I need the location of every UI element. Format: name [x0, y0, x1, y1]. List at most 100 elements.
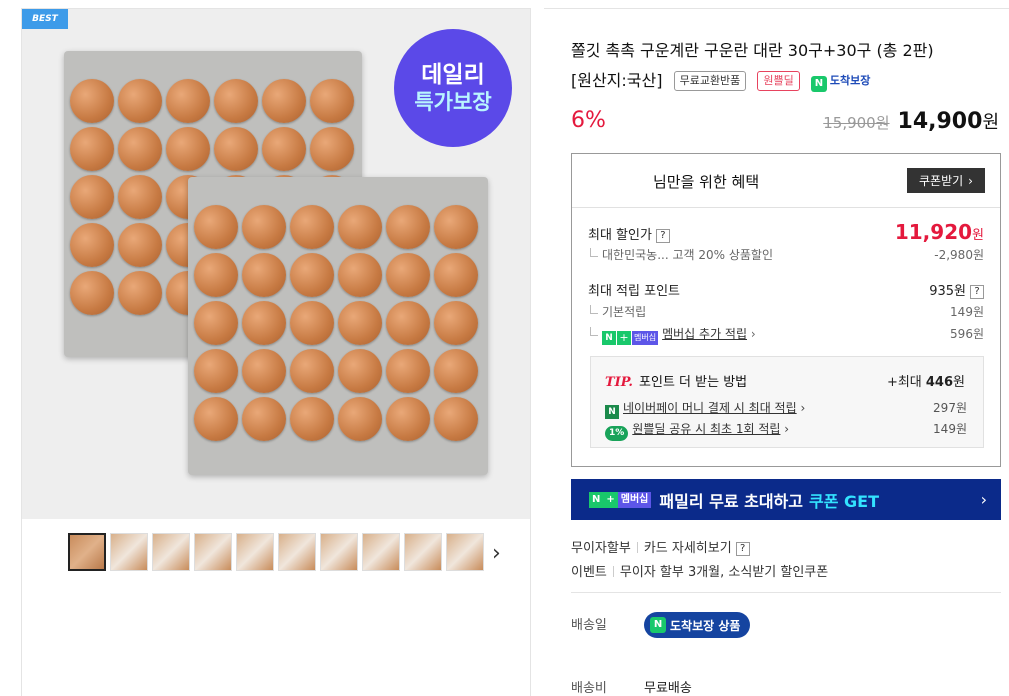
sale-price: 14,900원	[898, 108, 999, 134]
benefit-header: 님만을 위한 혜택 쿠폰받기 ›	[572, 154, 1000, 208]
tip-max-value: 446	[925, 375, 954, 390]
egg	[386, 301, 430, 345]
card-detail-link[interactable]: 카드 자세히보기	[644, 541, 732, 556]
egg	[242, 301, 286, 345]
tip-max-unit: 원	[953, 375, 965, 390]
discount-rate: 6%	[571, 108, 606, 133]
egg-tray-front	[188, 177, 488, 475]
discount-detail-value: -2,980원	[934, 248, 984, 262]
naverpay-icon: N	[605, 405, 619, 419]
egg	[242, 397, 286, 441]
membership-points-value: 596원	[950, 327, 984, 341]
chip-plus: +	[617, 331, 631, 345]
help-icon[interactable]: ?	[735, 542, 750, 556]
product-gallery: BEST 데일리 특가보장 ›	[21, 8, 531, 696]
thumbnail-item[interactable]	[152, 533, 190, 571]
thumbnail-strip	[68, 533, 484, 571]
egg	[290, 205, 334, 249]
coupon-button-label: 쿠폰받기	[919, 174, 964, 188]
egg	[118, 175, 162, 219]
separator	[612, 566, 614, 577]
delivery-guarantee-badge[interactable]: N 도착보장 상품	[644, 612, 751, 638]
egg	[118, 127, 162, 171]
event-text: 무이자 할부 3개월, 소식받기 할인쿠폰	[619, 565, 829, 580]
egg	[166, 79, 210, 123]
sale-price-value: 14,900	[897, 109, 983, 134]
egg	[434, 301, 478, 345]
max-discount-price: 11,920원	[895, 220, 984, 244]
thumbnail-item[interactable]	[110, 533, 148, 571]
badge-line2: 특가보장	[414, 90, 492, 114]
tag-free-return: 무료교환반품	[673, 71, 747, 91]
badge-line1: 데일리	[421, 62, 485, 88]
tip-label: TIP.	[605, 375, 633, 390]
chip-membership: 멤버십	[632, 331, 659, 345]
tip-item-label[interactable]: 네이버페이 머니 결제 시 최대 적립	[623, 401, 797, 415]
chip-membership: 멤버십	[617, 491, 652, 508]
tip-item-label[interactable]: 원쁠딜 공유 시 최초 1회 적립	[632, 422, 780, 436]
shipping-fee-label: 배송비	[571, 681, 607, 696]
egg	[386, 205, 430, 249]
help-icon[interactable]: ?	[655, 229, 670, 243]
egg	[194, 253, 238, 297]
section-divider	[571, 592, 1001, 593]
thumbnail-item[interactable]	[194, 533, 232, 571]
tip-item-value: 297원	[933, 401, 967, 415]
shipping-date-label: 배송일	[571, 618, 607, 633]
delivery-guarantee-label: 도착보장 상품	[670, 618, 741, 633]
tip-title: 포인트 더 받는 방법	[639, 375, 748, 390]
egg	[214, 79, 258, 123]
basic-points-row: 기본적립 149원	[588, 303, 984, 320]
thumbnail-item[interactable]	[68, 533, 106, 571]
tip-item-npay[interactable]: N 네이버페이 머니 결제 시 최대 적립 › 297원	[605, 399, 967, 419]
basic-points-value: 149원	[950, 305, 984, 319]
naver-plus-membership-icon: N + 멤버십	[589, 491, 652, 508]
chip-n: N	[602, 331, 616, 345]
egg	[118, 271, 162, 315]
family-banner-text: 패밀리 무료 초대하고	[659, 491, 803, 511]
event-label: 이벤트	[571, 565, 607, 580]
egg	[70, 223, 114, 267]
tip-item-value: 149원	[933, 422, 967, 436]
discount-detail-label: 대한민국농... 고객 20% 상품할인	[588, 248, 773, 262]
max-discount-label: 최대 할인가	[588, 228, 652, 243]
egg	[386, 349, 430, 393]
tag-delivery-guarantee: N 도착보장	[810, 72, 870, 92]
coupon-download-button[interactable]: 쿠폰받기 ›	[907, 168, 985, 193]
egg	[262, 79, 306, 123]
thumbnail-item[interactable]	[236, 533, 274, 571]
chip-plus: +	[603, 491, 618, 508]
naver-n-icon: N	[650, 617, 666, 633]
tip-item-share[interactable]: 1% 원쁠딜 공유 시 최초 1회 적립 › 149원	[605, 420, 967, 441]
thumbnail-item[interactable]	[278, 533, 316, 571]
thumbnail-item[interactable]	[362, 533, 400, 571]
tip-max: +최대 446원	[887, 371, 965, 390]
max-discount-row: 최대 할인가? 11,920원	[588, 220, 984, 244]
tip-box: TIP. 포인트 더 받는 방법 +최대 446원 N 네이버페이 머니 결제 시…	[590, 356, 984, 448]
thumbnail-next-icon[interactable]: ›	[492, 541, 501, 566]
installment-label: 무이자할부	[571, 541, 631, 556]
membership-points-item[interactable]: N + 멤버십 멤버십 추가 적립 ›	[588, 327, 756, 345]
family-invite-banner[interactable]: N + 멤버십 패밀리 무료 초대하고 쿠폰 GET ›	[571, 479, 1001, 520]
egg-grid-front	[194, 205, 478, 441]
membership-points-link[interactable]: 멤버십 추가 적립	[662, 327, 747, 341]
help-icon[interactable]: ?	[970, 285, 984, 299]
sale-price-unit: 원	[982, 112, 999, 133]
thumbnail-item[interactable]	[320, 533, 358, 571]
thumbnail-item[interactable]	[404, 533, 442, 571]
egg	[70, 175, 114, 219]
family-banner-highlight: 쿠폰 GET	[809, 491, 879, 511]
discount-detail-row: 대한민국농... 고객 20% 상품할인 -2,980원	[588, 246, 984, 263]
egg	[310, 127, 354, 171]
egg	[290, 301, 334, 345]
egg	[434, 205, 478, 249]
best-label: BEST	[22, 9, 68, 29]
product-title: 쫄깃 촉촉 구운계란 구운란 대란 30구+30구 (총 2판)	[571, 41, 934, 60]
egg	[338, 301, 382, 345]
main-product-image[interactable]: BEST 데일리 특가보장	[22, 9, 530, 519]
chevron-right-icon: ›	[968, 173, 973, 188]
thumbnail-item[interactable]	[446, 533, 484, 571]
chevron-right-icon: ›	[980, 490, 987, 509]
egg	[242, 253, 286, 297]
egg	[290, 253, 334, 297]
